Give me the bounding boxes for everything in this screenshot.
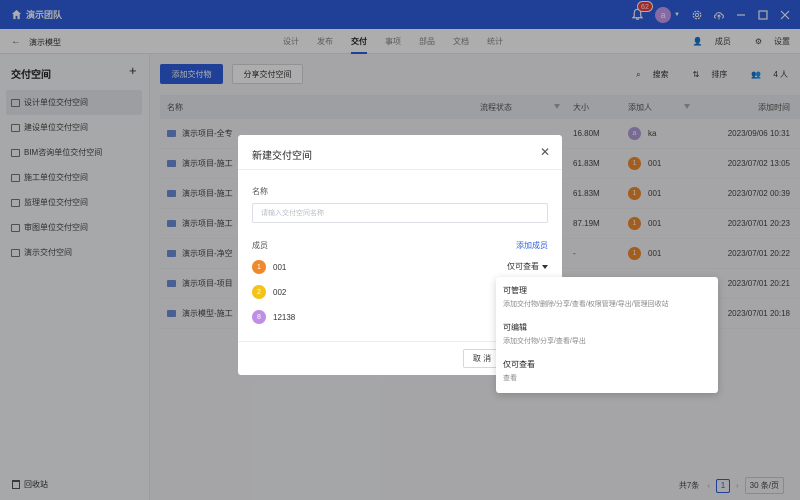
permission-option-manage[interactable]: 可管理 添加交付物/删除/分享/查看/权限管理/导出/管理回收站 xyxy=(503,285,669,309)
caret-down-icon xyxy=(542,264,548,269)
member-avatar: 2 xyxy=(252,285,266,299)
member-name: 001 xyxy=(273,262,287,272)
divider xyxy=(238,169,562,170)
member-item: 8 12138 xyxy=(252,310,295,324)
member-name: 12138 xyxy=(273,312,296,322)
member-item: 2 002 xyxy=(252,285,286,299)
member-item: 1 001 xyxy=(252,260,286,274)
members-label: 成员 xyxy=(252,241,268,250)
member-name: 002 xyxy=(273,287,287,297)
member-avatar: 8 xyxy=(252,310,266,324)
name-label: 名称 xyxy=(252,187,268,196)
permission-option-view[interactable]: 仅可查看 查看 xyxy=(503,359,535,383)
member-avatar: 1 xyxy=(252,260,266,274)
permission-select[interactable]: 仅可查看 xyxy=(507,261,548,272)
add-member-link[interactable]: 添加成员 xyxy=(516,240,548,251)
space-name-input[interactable] xyxy=(252,203,548,223)
permission-option-edit[interactable]: 可编辑 添加交付物/分享/查看/导出 xyxy=(503,322,586,346)
permission-dropdown: 可管理 添加交付物/删除/分享/查看/权限管理/导出/管理回收站 可编辑 添加交… xyxy=(496,277,718,393)
close-icon[interactable]: ✕ xyxy=(540,145,550,159)
dialog-title: 新建交付空间 xyxy=(252,151,312,162)
